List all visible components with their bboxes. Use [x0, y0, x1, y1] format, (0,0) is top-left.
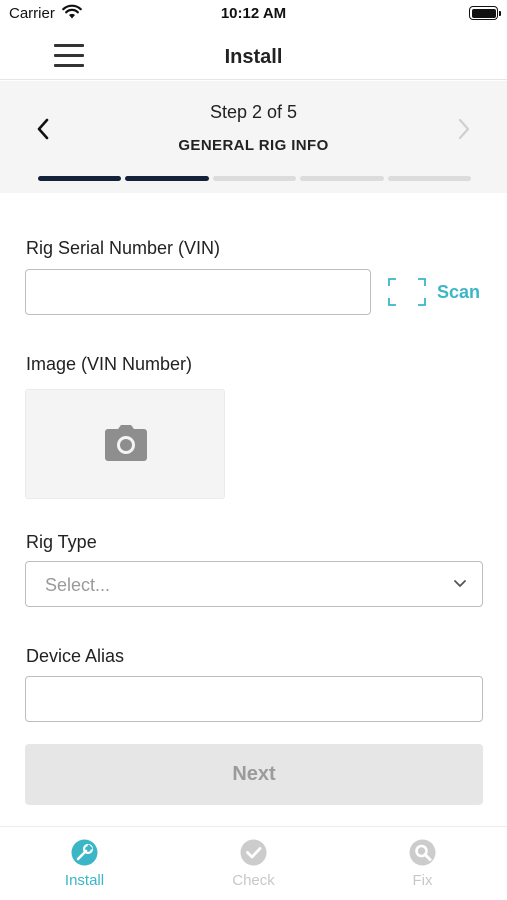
chevron-right-icon[interactable] [453, 115, 475, 143]
chevron-down-icon [454, 580, 466, 587]
battery-icon [469, 6, 501, 20]
scan-frame-icon [388, 278, 426, 306]
step-counter: Step 2 of 5 [209, 102, 298, 122]
tab-label: Check [232, 872, 275, 889]
camera-icon [105, 425, 147, 461]
progress-segment [387, 176, 472, 181]
status-bar: Carrier 10:12 AM [0, 0, 507, 30]
vin-input[interactable] [25, 269, 371, 315]
progress-segment [125, 176, 209, 181]
fix-icon [409, 839, 436, 866]
wrench-icon [71, 839, 98, 866]
image-label: Image (VIN Number) [26, 354, 193, 374]
progress-segment [38, 176, 122, 181]
tab-bar: Install Check Fix [0, 826, 507, 900]
step-name: GENERAL RIG INFO [178, 137, 329, 154]
scan-button[interactable]: Scan [388, 278, 488, 306]
scan-label: Scan [437, 282, 481, 302]
step-panel: Step 2 of 5 GENERAL RIG INFO [0, 81, 507, 193]
rig-type-value: Select... [45, 575, 111, 595]
step-progress-bar [38, 176, 472, 181]
tab-fix[interactable]: Fix [338, 827, 507, 900]
tab-label: Install [64, 872, 105, 889]
tab-check[interactable]: Check [169, 827, 338, 900]
rig-type-label: Rig Type [26, 532, 97, 552]
tab-install[interactable]: Install [0, 827, 169, 900]
tab-label: Fix [412, 872, 433, 889]
image-upload[interactable] [25, 389, 225, 499]
rig-type-select[interactable]: Select... [25, 561, 483, 607]
page-title: Install [224, 46, 283, 68]
next-button[interactable]: Next [25, 744, 483, 805]
check-icon [240, 839, 267, 866]
device-alias-label: Device Alias [26, 646, 125, 666]
vin-label: Rig Serial Number (VIN) [26, 238, 221, 258]
clock: 10:12 AM [220, 5, 287, 22]
app-header: Install [0, 30, 507, 80]
progress-segment [300, 176, 384, 181]
device-alias-input[interactable] [25, 676, 483, 722]
progress-segment [212, 176, 297, 181]
